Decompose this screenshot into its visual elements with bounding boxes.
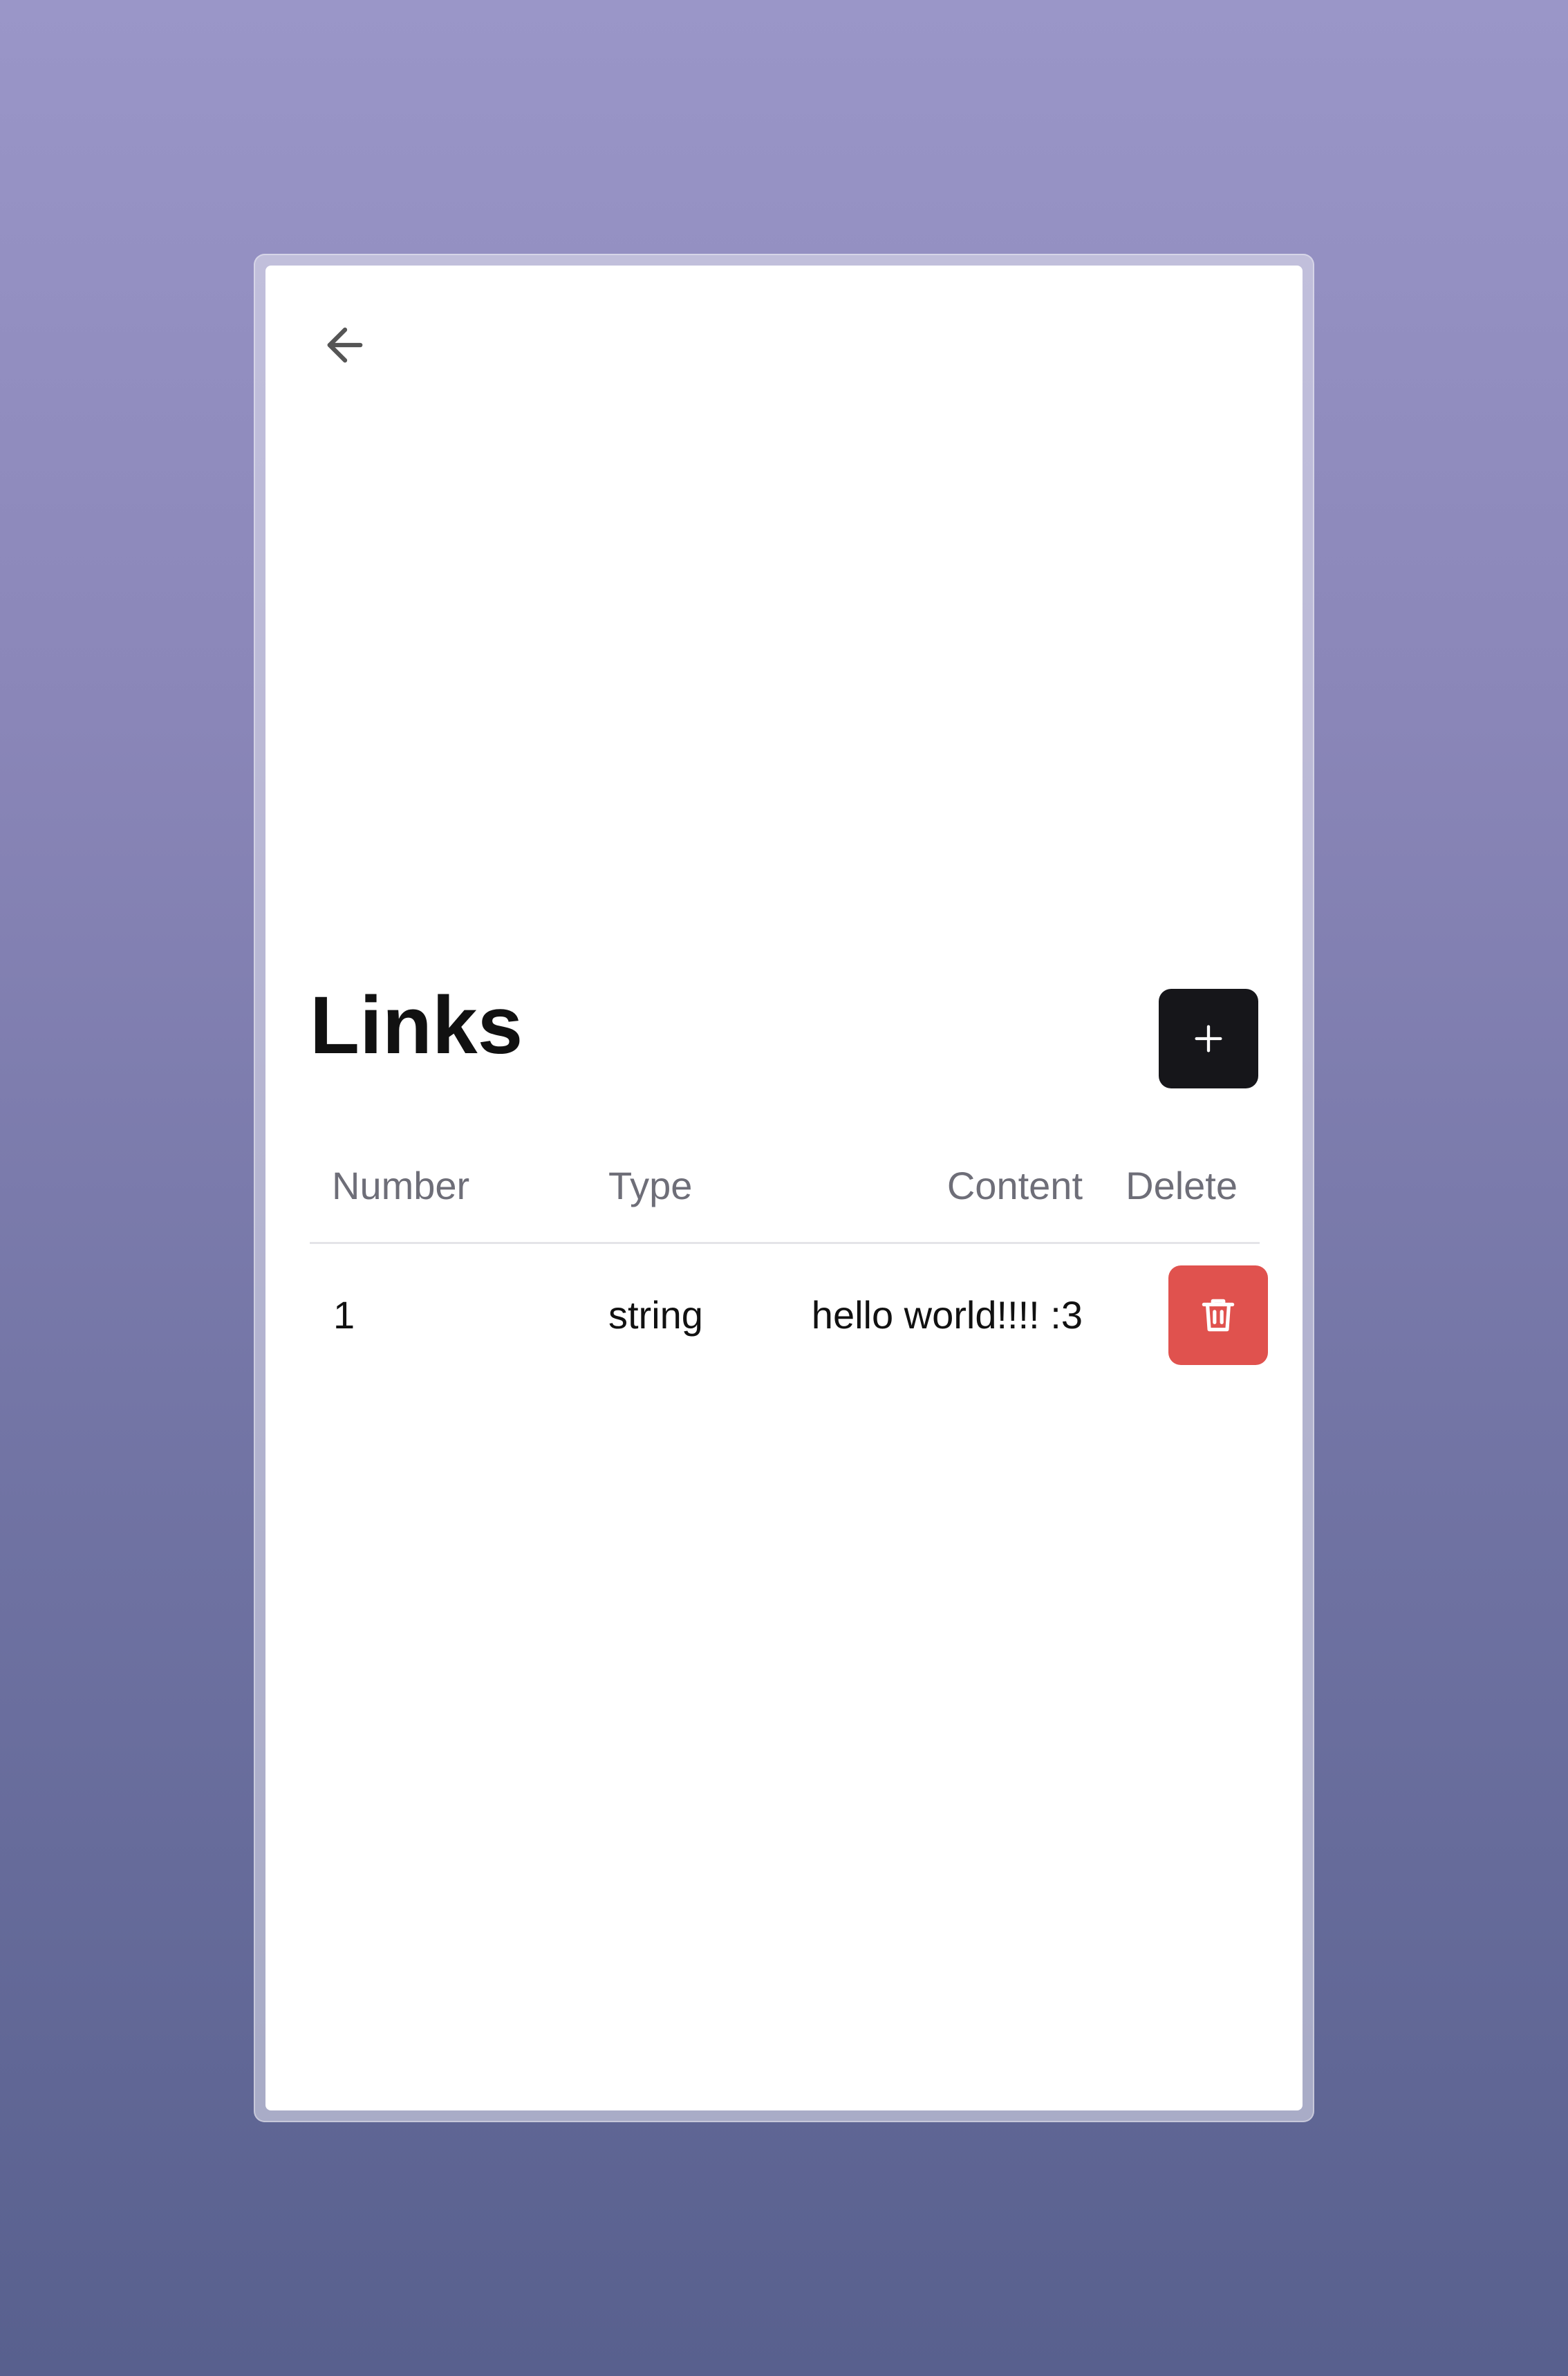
header-type: Type	[608, 1164, 693, 1207]
plus-icon	[1195, 1025, 1222, 1052]
delete-row-button[interactable]	[1168, 1265, 1268, 1365]
links-card: Links Number Type Content Delete 1 strin…	[265, 266, 1303, 2110]
cell-number: 1	[333, 1293, 355, 1337]
page-title: Links	[310, 980, 523, 1071]
links-table: Number Type Content Delete 1 string hell…	[310, 1130, 1268, 1386]
cell-type: string	[608, 1293, 703, 1337]
back-button[interactable]	[307, 307, 383, 383]
header-content: Content	[946, 1164, 1083, 1207]
table-header: Number Type Content Delete	[310, 1130, 1260, 1244]
cell-content: hello world!!!! :3	[811, 1293, 1083, 1337]
arrow-left-icon	[327, 327, 363, 363]
add-link-button[interactable]	[1159, 989, 1258, 1088]
trash-icon	[1202, 1299, 1235, 1332]
header-delete: Delete	[1126, 1164, 1238, 1207]
table-row: 1 string hello world!!!! :3	[310, 1244, 1268, 1386]
header-number: Number	[332, 1164, 470, 1207]
